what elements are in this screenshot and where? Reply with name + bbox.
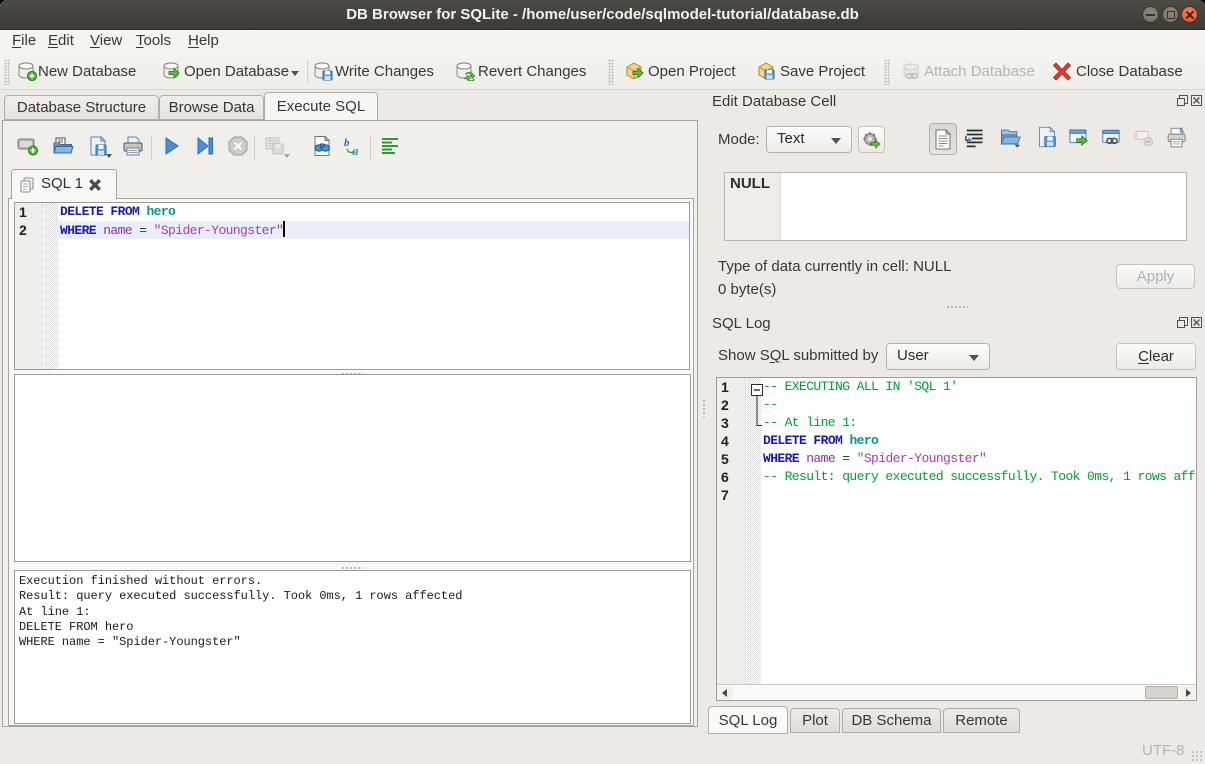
svg-text:b: b	[344, 137, 350, 149]
svg-text:a: a	[352, 143, 359, 157]
